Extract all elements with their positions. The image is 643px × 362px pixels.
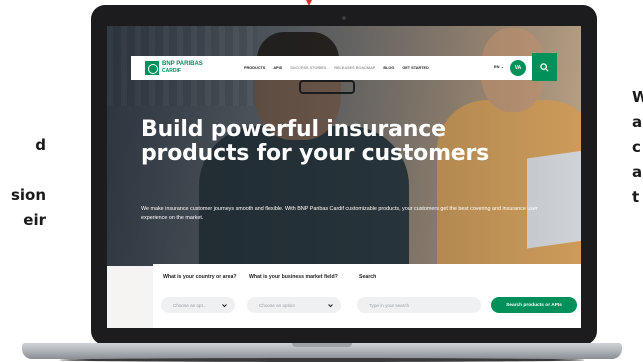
country-select-value: Choose an opt... <box>173 302 207 308</box>
hero-title-line2: products for your customers <box>141 141 490 166</box>
right-side-text: W a c a t <box>632 85 643 210</box>
hero-description: We make insurance customer journeys smoo… <box>141 206 538 221</box>
search-input[interactable]: Type in your search <box>357 297 481 313</box>
chevron-down-icon <box>222 304 227 308</box>
laptop-screen: BNP PARIBAS CARDIF PRODUCTS APIS SUCCESS… <box>107 26 581 328</box>
left-text-line: d <box>35 136 46 154</box>
nav-item-success-stories[interactable]: SUCCESS STORIES <box>290 66 326 70</box>
nav-item-products[interactable]: PRODUCTS <box>244 66 265 70</box>
site-header: BNP PARIBAS CARDIF PRODUCTS APIS SUCCESS… <box>131 53 557 81</box>
market-select-value: Choose an option <box>259 302 296 308</box>
chevron-down-icon: ⌄ <box>500 64 505 69</box>
left-text-line: eir <box>23 211 46 229</box>
right-text-line: W <box>632 88 643 106</box>
logo-mark-icon <box>145 61 159 75</box>
hero-title-line1: Build powerful insurance <box>141 117 446 142</box>
bnp-paribas-cardif-logo[interactable]: BNP PARIBAS CARDIF <box>145 61 203 75</box>
hero-title: Build powerful insurance products for yo… <box>141 118 521 166</box>
main-nav: PRODUCTS APIS SUCCESS STORIES RELEASES R… <box>244 56 429 80</box>
nav-item-apis[interactable]: APIS <box>273 66 282 70</box>
product-search-form: What is your country or area? Choose an … <box>153 264 581 328</box>
nav-item-get-started[interactable]: GET STARTED <box>402 66 429 70</box>
user-avatar[interactable]: VA <box>510 60 526 76</box>
nav-item-releases-roadmap[interactable]: RELEASES ROADMAP <box>334 66 375 70</box>
right-text-line: t <box>632 188 640 206</box>
search-input-placeholder: Type in your search <box>369 302 410 308</box>
country-label: What is your country or area? <box>163 274 237 280</box>
glasses <box>299 80 355 94</box>
left-side-text: d sion eir <box>0 133 46 233</box>
language-label: EN <box>494 64 500 69</box>
market-select[interactable]: Choose an option <box>247 297 341 313</box>
search-products-button[interactable]: Search products or APIs <box>491 297 577 313</box>
header-search-button[interactable] <box>532 53 557 81</box>
left-text-line <box>0 158 46 183</box>
logo-line2: CARDIF <box>162 68 181 74</box>
chevron-down-icon <box>328 304 333 308</box>
search-icon <box>540 62 549 72</box>
laptop-base-notch <box>292 343 352 347</box>
laptop-shadow <box>60 358 584 362</box>
right-text-line: c <box>632 138 641 156</box>
logo-line1: BNP PARIBAS <box>162 61 203 67</box>
left-text-line: sion <box>10 186 46 204</box>
right-text-line: a <box>632 113 643 131</box>
right-text-line: a <box>632 163 643 181</box>
market-label: What is your business market field? <box>249 274 338 280</box>
nav-item-blog[interactable]: BLOG <box>383 66 394 70</box>
background-laptop <box>527 149 581 249</box>
country-select[interactable]: Choose an opt... <box>161 297 235 313</box>
language-selector[interactable]: EN ⌄ <box>494 64 504 69</box>
webcam-dot <box>342 16 346 20</box>
search-label: Search <box>359 274 377 280</box>
